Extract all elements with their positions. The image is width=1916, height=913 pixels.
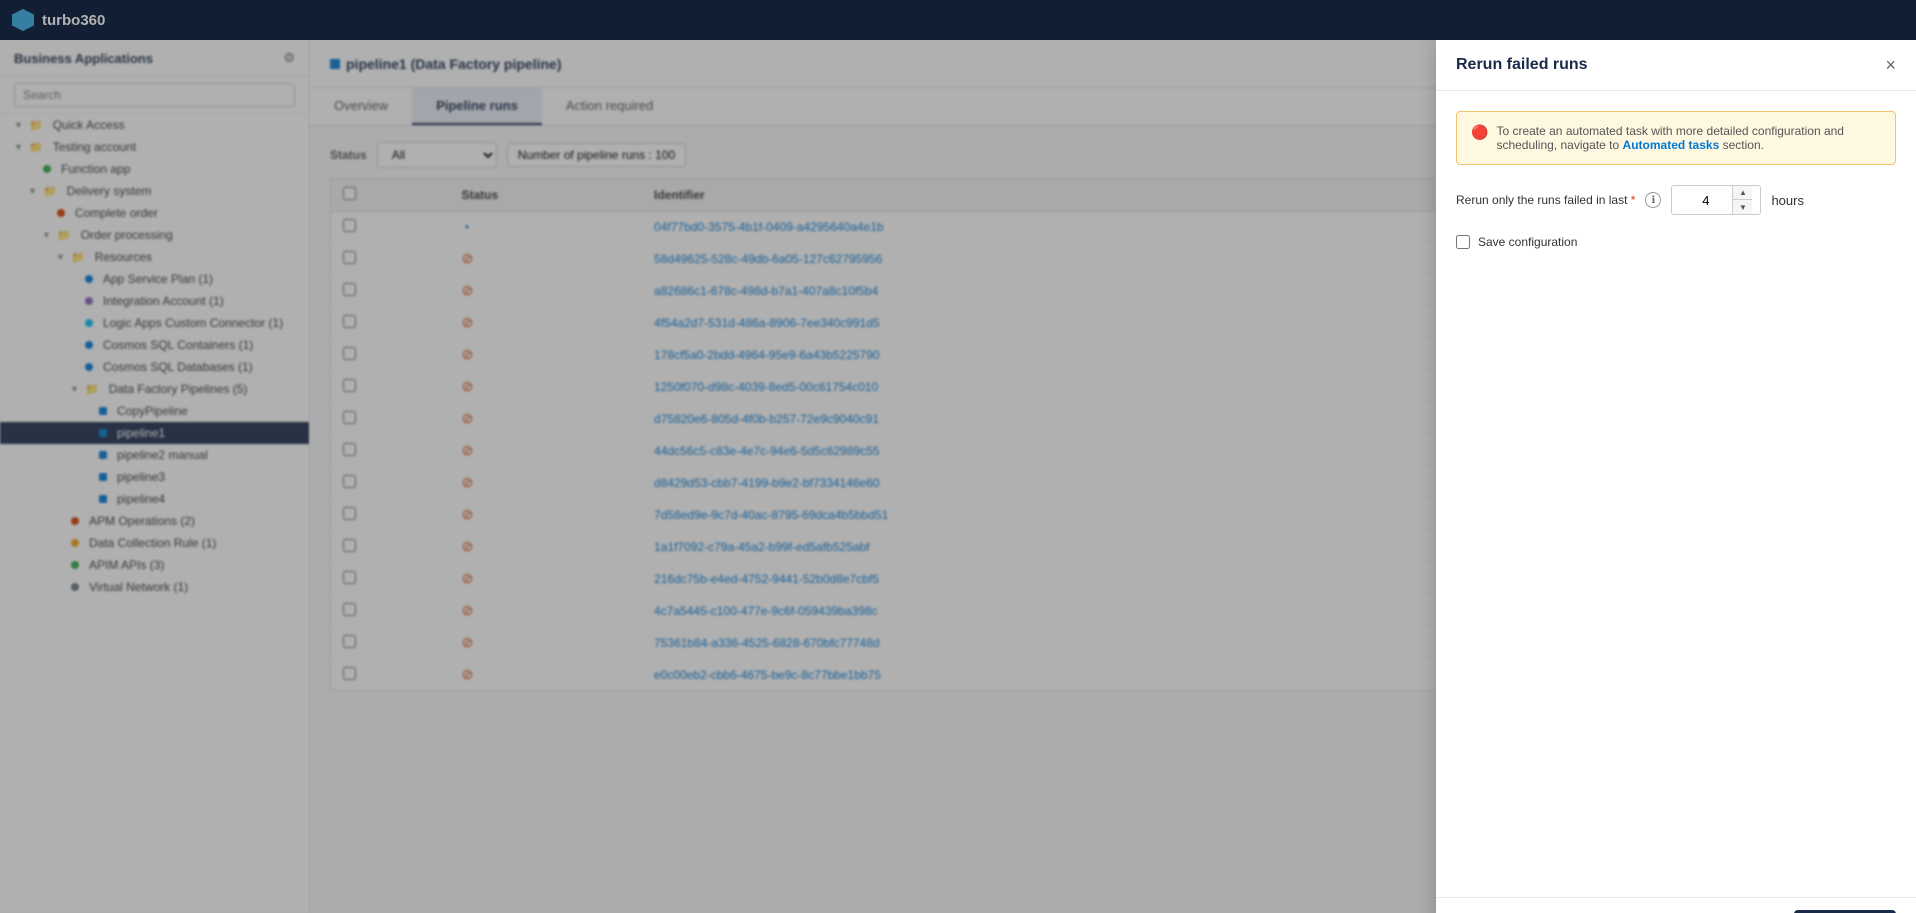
number-spinners: ▲ ▼ xyxy=(1732,186,1752,214)
automated-tasks-link[interactable]: Automated tasks xyxy=(1623,138,1720,152)
modal-header: Rerun failed runs × xyxy=(1436,40,1916,91)
info-text-after: section. xyxy=(1723,138,1764,152)
hours-input[interactable] xyxy=(1672,188,1732,213)
decrement-button[interactable]: ▼ xyxy=(1733,200,1752,214)
tooltip-icon[interactable]: ℹ xyxy=(1645,192,1661,208)
rerun-label: Rerun only the runs failed in last * xyxy=(1456,193,1635,207)
warning-icon: 🔴 xyxy=(1471,124,1488,152)
modal-overlay: Rerun failed runs × 🔴 To create an autom… xyxy=(0,0,1916,913)
save-config-label: Save configuration xyxy=(1478,235,1577,249)
modal-panel: Rerun failed runs × 🔴 To create an autom… xyxy=(1436,40,1916,913)
modal-body: 🔴 To create an automated task with more … xyxy=(1436,91,1916,897)
required-marker: * xyxy=(1631,193,1636,207)
increment-button[interactable]: ▲ xyxy=(1733,186,1752,200)
rerun-form-row: Rerun only the runs failed in last * ℹ ▲… xyxy=(1456,185,1896,215)
info-banner-text: To create an automated task with more de… xyxy=(1496,124,1881,152)
modal-close-button[interactable]: × xyxy=(1885,56,1896,74)
hours-label: hours xyxy=(1771,193,1804,208)
modal-footer: ▶ Run task xyxy=(1436,897,1916,913)
info-banner: 🔴 To create an automated task with more … xyxy=(1456,111,1896,165)
save-config-checkbox[interactable] xyxy=(1456,235,1470,249)
modal-title: Rerun failed runs xyxy=(1456,56,1588,74)
hours-input-wrap: ▲ ▼ xyxy=(1671,185,1761,215)
save-config-row: Save configuration xyxy=(1456,235,1896,249)
